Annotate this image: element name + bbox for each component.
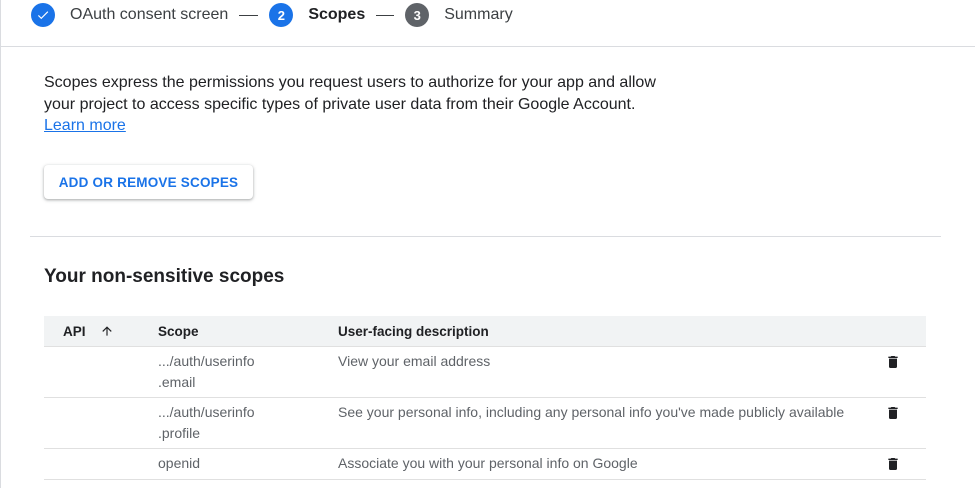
table-row: .../auth/userinfo .email View your email… — [44, 347, 926, 398]
description-cell: View your email address — [338, 353, 491, 369]
trash-icon[interactable] — [885, 404, 901, 422]
step-separator — [239, 14, 259, 16]
arrow-up-icon[interactable] — [100, 324, 114, 338]
table-header: API Scope User-facing description — [44, 316, 926, 347]
action-cell — [848, 398, 926, 422]
step-summary[interactable]: 3 Summary — [405, 3, 513, 27]
api-cell — [44, 449, 158, 453]
step-number-badge: 3 — [405, 3, 430, 27]
trash-icon[interactable] — [885, 455, 901, 473]
stepper: OAuth consent screen 2 Scopes 3 Summary — [31, 0, 513, 30]
learn-more-link[interactable]: Learn more — [44, 117, 126, 134]
left-border — [0, 0, 1, 488]
scope-text: .email — [158, 374, 196, 390]
step-scopes[interactable]: 2 Scopes — [269, 3, 365, 27]
table-row: .../auth/userinfo .profile See your pers… — [44, 398, 926, 449]
column-header-api-label: API — [63, 323, 86, 339]
page: OAuth consent screen 2 Scopes 3 Summary … — [0, 0, 975, 488]
step-separator — [376, 14, 395, 16]
scope-cell: .../auth/userinfo .profile — [158, 398, 338, 444]
divider — [0, 46, 975, 47]
scope-text: .profile — [158, 425, 201, 441]
action-cell — [848, 347, 926, 371]
column-header-scope: Scope — [158, 323, 199, 339]
scopes-table: API Scope User-facing description .../au… — [44, 316, 926, 480]
action-cell — [848, 449, 926, 473]
step-number-badge: 2 — [269, 3, 294, 27]
scope-cell: openid — [158, 449, 338, 474]
scope-cell: .../auth/userinfo .email — [158, 347, 338, 393]
divider — [30, 236, 941, 237]
table-row: openid Associate you with your personal … — [44, 449, 926, 480]
api-cell — [44, 398, 158, 402]
step-label-oauth-consent: OAuth consent screen — [70, 6, 229, 23]
column-header-api[interactable]: API — [44, 324, 158, 339]
add-or-remove-scopes-button[interactable]: ADD OR REMOVE SCOPES — [44, 165, 253, 199]
step-label-scopes: Scopes — [308, 6, 366, 23]
section-title: Your non-sensitive scopes — [44, 266, 285, 287]
column-header-description: User-facing description — [338, 323, 489, 339]
check-icon — [31, 3, 55, 27]
scopes-intro-text: Scopes express the permissions you reque… — [44, 74, 656, 113]
trash-icon[interactable] — [885, 353, 901, 371]
step-label-summary: Summary — [444, 6, 513, 23]
description-cell: See your personal info, including any pe… — [338, 404, 845, 420]
api-cell — [44, 347, 158, 351]
step-oauth-consent[interactable]: OAuth consent screen — [31, 3, 228, 27]
scopes-intro: Scopes express the permissions you reque… — [44, 72, 664, 137]
description-cell: Associate you with your personal info on… — [338, 455, 638, 471]
scope-text: openid — [158, 455, 201, 471]
scope-text: .../auth/userinfo — [158, 353, 255, 369]
scope-text: .../auth/userinfo — [158, 404, 255, 420]
